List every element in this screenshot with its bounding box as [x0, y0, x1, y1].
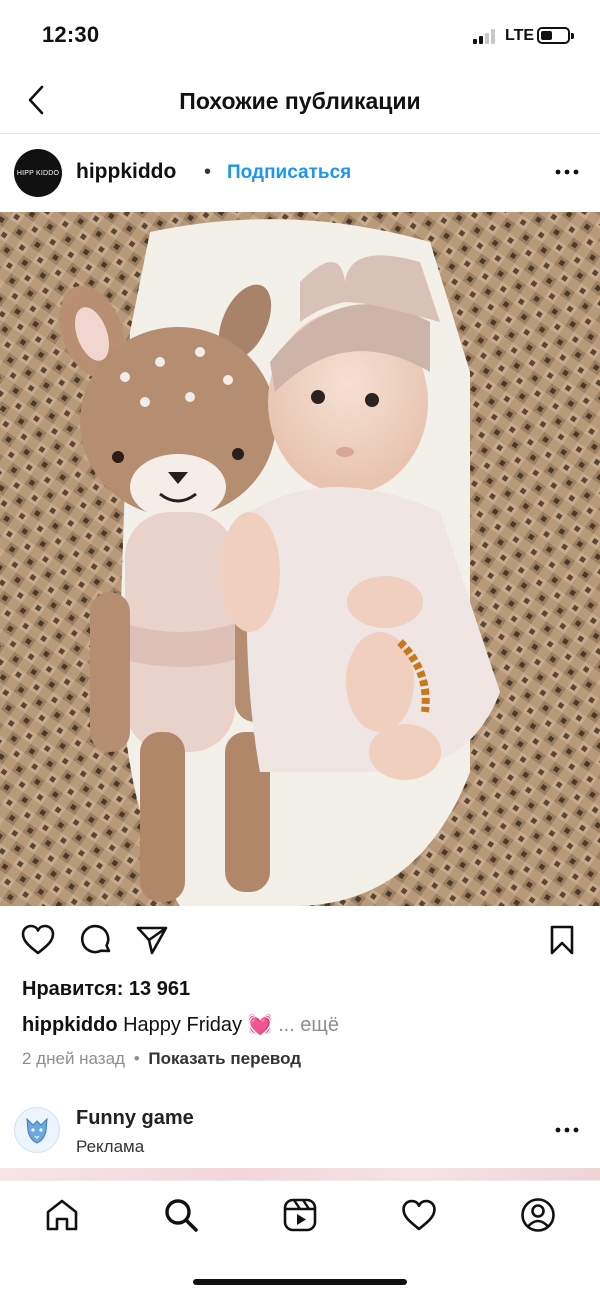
nav-activity[interactable] — [397, 1193, 441, 1237]
ad-image-preview[interactable] — [0, 1168, 600, 1180]
status-time: 12:30 — [42, 22, 100, 47]
show-translation-link[interactable]: Показать перевод — [148, 1049, 301, 1068]
follow-button[interactable]: Подписаться — [227, 162, 351, 184]
nav-search[interactable] — [159, 1193, 203, 1237]
likes-count[interactable]: Нравится: 13 961 — [22, 978, 190, 1001]
home-icon — [46, 1199, 78, 1231]
ad-post-header: Funny game Реклама — [0, 1097, 600, 1167]
post-photo[interactable] — [0, 212, 600, 906]
post-meta: 2 дней назад • Показать перевод — [22, 1049, 301, 1069]
post-actions — [0, 920, 600, 964]
save-button[interactable] — [542, 920, 582, 960]
bottom-nav — [0, 1180, 600, 1297]
comment-button[interactable] — [76, 920, 116, 960]
post-username[interactable]: hippkiddo — [76, 160, 176, 184]
post-time-ago: 2 дней назад — [22, 1049, 125, 1068]
status-bar: 12:30 LTE — [0, 0, 600, 70]
home-indicator — [193, 1279, 407, 1285]
reels-icon — [283, 1198, 317, 1232]
separator-dot: • — [204, 161, 212, 183]
caption-more-link[interactable]: ... ещё — [278, 1014, 339, 1036]
network-label: LTE — [505, 27, 535, 44]
caption-username[interactable]: hippkiddo — [22, 1014, 118, 1036]
nav-home[interactable] — [40, 1193, 84, 1237]
wolf-logo-icon — [26, 1117, 48, 1144]
like-button[interactable] — [18, 920, 58, 960]
nav-profile[interactable] — [516, 1193, 560, 1237]
send-icon — [136, 926, 168, 955]
heart-icon — [21, 924, 55, 955]
caption-text: Happy Friday — [123, 1014, 243, 1036]
ad-label: Реклама — [76, 1137, 145, 1156]
nav-reels[interactable] — [278, 1193, 322, 1237]
share-button[interactable] — [132, 920, 172, 960]
more-horizontal-icon — [555, 1127, 579, 1133]
avatar[interactable]: HIPP KIDDO — [14, 149, 62, 197]
caption-emoji: 💓 — [247, 1014, 273, 1036]
battery-icon — [537, 27, 574, 44]
bookmark-icon — [550, 925, 574, 955]
more-horizontal-icon — [555, 169, 579, 175]
meta-separator: • — [133, 1049, 140, 1068]
ad-avatar[interactable] — [14, 1107, 60, 1153]
page-title: Похожие публикации — [179, 88, 421, 114]
more-options-button[interactable] — [554, 161, 580, 183]
comment-icon — [80, 924, 111, 954]
post-caption: hippkiddo Happy Friday 💓 ... ещё — [22, 1012, 339, 1037]
post-image — [0, 212, 600, 906]
ad-more-options-button[interactable] — [554, 1119, 580, 1141]
profile-icon — [521, 1198, 555, 1232]
search-icon — [165, 1199, 198, 1232]
signal-icon — [473, 29, 499, 44]
heart-icon — [402, 1199, 436, 1230]
page-header: Похожие публикации — [0, 70, 600, 134]
post-header: HIPP KIDDO hippkiddo • Подписаться — [0, 135, 600, 211]
ad-username[interactable]: Funny game — [76, 1107, 194, 1130]
